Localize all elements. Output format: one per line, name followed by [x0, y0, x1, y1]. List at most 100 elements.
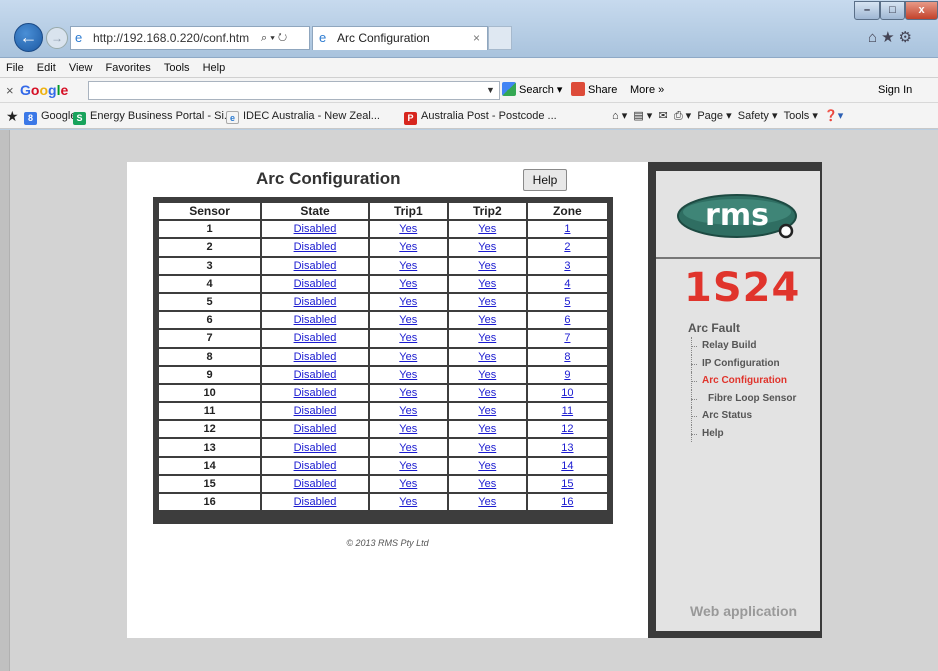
- zone-link[interactable]: 9: [564, 369, 570, 381]
- trip2-link[interactable]: Yes: [478, 478, 496, 490]
- address-bar[interactable]: e http://192.168.0.220/conf.htm ⌕ ▾ ↻: [70, 26, 310, 50]
- search-icon[interactable]: ⌕: [261, 32, 267, 44]
- favorite-energy-portal[interactable]: S Energy Business Portal - Si...: [73, 103, 233, 129]
- print-icon[interactable]: ⎙ ▾: [674, 110, 691, 122]
- nav-item-arc-status[interactable]: Arc Status: [688, 407, 808, 425]
- state-link[interactable]: Disabled: [294, 423, 337, 435]
- menu-tools[interactable]: Tools: [164, 62, 190, 74]
- page-menu[interactable]: Page ▾: [697, 110, 731, 122]
- trip1-link[interactable]: Yes: [399, 314, 417, 326]
- trip2-link[interactable]: Yes: [478, 296, 496, 308]
- state-link[interactable]: Disabled: [294, 478, 337, 490]
- state-link[interactable]: Disabled: [294, 351, 337, 363]
- trip1-link[interactable]: Yes: [399, 278, 417, 290]
- trip2-link[interactable]: Yes: [478, 460, 496, 472]
- menu-help[interactable]: Help: [203, 62, 226, 74]
- trip1-link[interactable]: Yes: [399, 387, 417, 399]
- state-link[interactable]: Disabled: [294, 241, 337, 253]
- refresh-icon[interactable]: ↻: [278, 32, 287, 44]
- toolbar-close-icon[interactable]: ×: [6, 78, 14, 103]
- trip2-link[interactable]: Yes: [478, 405, 496, 417]
- state-link[interactable]: Disabled: [294, 405, 337, 417]
- trip1-link[interactable]: Yes: [399, 241, 417, 253]
- nav-item-relay-build[interactable]: Relay Build: [688, 337, 808, 355]
- favorite-auspost[interactable]: P Australia Post - Postcode ...: [404, 103, 557, 129]
- state-link[interactable]: Disabled: [294, 260, 337, 272]
- tab-arc-configuration[interactable]: e Arc Configuration ×: [312, 26, 488, 50]
- zone-link[interactable]: 2: [564, 241, 570, 253]
- google-share-button[interactable]: Share: [571, 78, 617, 103]
- zone-link[interactable]: 11: [562, 405, 573, 417]
- mail-icon[interactable]: ✉: [658, 110, 667, 122]
- zone-link[interactable]: 8: [564, 351, 570, 363]
- favorite-idec[interactable]: e IDEC Australia - New Zeal...: [226, 103, 380, 129]
- trip1-link[interactable]: Yes: [399, 478, 417, 490]
- trip2-link[interactable]: Yes: [478, 314, 496, 326]
- search-dropdown-icon[interactable]: ▼: [486, 78, 495, 103]
- zone-link[interactable]: 5: [564, 296, 570, 308]
- zone-link[interactable]: 13: [561, 442, 573, 454]
- google-search-input[interactable]: [88, 81, 500, 100]
- state-link[interactable]: Disabled: [294, 332, 337, 344]
- favorites-star-icon[interactable]: ★: [881, 29, 898, 46]
- menu-file[interactable]: File: [6, 62, 24, 74]
- state-link[interactable]: Disabled: [294, 223, 337, 235]
- menu-view[interactable]: View: [69, 62, 93, 74]
- tools-menu[interactable]: Tools ▾: [784, 110, 818, 122]
- nav-item-arc-configuration[interactable]: Arc Configuration: [688, 372, 808, 390]
- google-more-button[interactable]: More »: [630, 78, 664, 103]
- trip2-link[interactable]: Yes: [478, 351, 496, 363]
- nav-item-ip-configuration[interactable]: IP Configuration: [688, 354, 808, 373]
- state-link[interactable]: Disabled: [294, 460, 337, 472]
- trip1-link[interactable]: Yes: [399, 369, 417, 381]
- menu-favorites[interactable]: Favorites: [106, 62, 151, 74]
- forward-button[interactable]: →: [46, 27, 68, 49]
- safety-menu[interactable]: Safety ▾: [738, 110, 778, 122]
- state-link[interactable]: Disabled: [294, 296, 337, 308]
- zone-link[interactable]: 3: [564, 260, 570, 272]
- trip1-link[interactable]: Yes: [399, 442, 417, 454]
- home-command-icon[interactable]: ⌂ ▾: [612, 110, 627, 122]
- trip2-link[interactable]: Yes: [478, 241, 496, 253]
- state-link[interactable]: Disabled: [294, 387, 337, 399]
- zone-link[interactable]: 12: [561, 423, 573, 435]
- nav-item-fibre-loop-sensor[interactable]: Fibre Loop Sensor: [688, 389, 808, 408]
- zone-link[interactable]: 16: [561, 496, 573, 508]
- zone-link[interactable]: 1: [564, 223, 570, 235]
- home-icon[interactable]: ⌂: [868, 29, 881, 46]
- trip1-link[interactable]: Yes: [399, 351, 417, 363]
- help-button[interactable]: Help: [523, 169, 567, 191]
- zone-link[interactable]: 4: [564, 278, 570, 290]
- state-link[interactable]: Disabled: [294, 314, 337, 326]
- trip2-link[interactable]: Yes: [478, 223, 496, 235]
- trip1-link[interactable]: Yes: [399, 223, 417, 235]
- trip1-link[interactable]: Yes: [399, 332, 417, 344]
- state-link[interactable]: Disabled: [294, 369, 337, 381]
- trip2-link[interactable]: Yes: [478, 332, 496, 344]
- google-search-button[interactable]: Search ▾: [502, 78, 562, 103]
- trip2-link[interactable]: Yes: [478, 260, 496, 272]
- nav-item-help[interactable]: Help: [688, 424, 808, 443]
- google-signin-button[interactable]: Sign In: [878, 78, 912, 103]
- trip2-link[interactable]: Yes: [478, 442, 496, 454]
- feeds-icon[interactable]: ▤ ▾: [633, 110, 652, 122]
- trip1-link[interactable]: Yes: [399, 296, 417, 308]
- settings-gear-icon[interactable]: ⚙: [899, 29, 916, 46]
- trip2-link[interactable]: Yes: [478, 369, 496, 381]
- trip1-link[interactable]: Yes: [399, 423, 417, 435]
- new-tab-button[interactable]: [488, 26, 512, 50]
- trip2-link[interactable]: Yes: [478, 496, 496, 508]
- maximize-button[interactable]: □: [880, 1, 905, 20]
- trip2-link[interactable]: Yes: [478, 423, 496, 435]
- trip1-link[interactable]: Yes: [399, 496, 417, 508]
- trip2-link[interactable]: Yes: [478, 387, 496, 399]
- back-button[interactable]: ←: [14, 23, 43, 52]
- state-link[interactable]: Disabled: [294, 442, 337, 454]
- tab-close-icon[interactable]: ×: [473, 27, 480, 49]
- zone-link[interactable]: 14: [561, 460, 573, 472]
- close-window-button[interactable]: x: [905, 1, 938, 20]
- favorites-star-icon[interactable]: ★: [6, 103, 19, 129]
- favorite-google[interactable]: 8 Google: [24, 103, 76, 129]
- trip1-link[interactable]: Yes: [399, 260, 417, 272]
- zone-link[interactable]: 10: [561, 387, 573, 399]
